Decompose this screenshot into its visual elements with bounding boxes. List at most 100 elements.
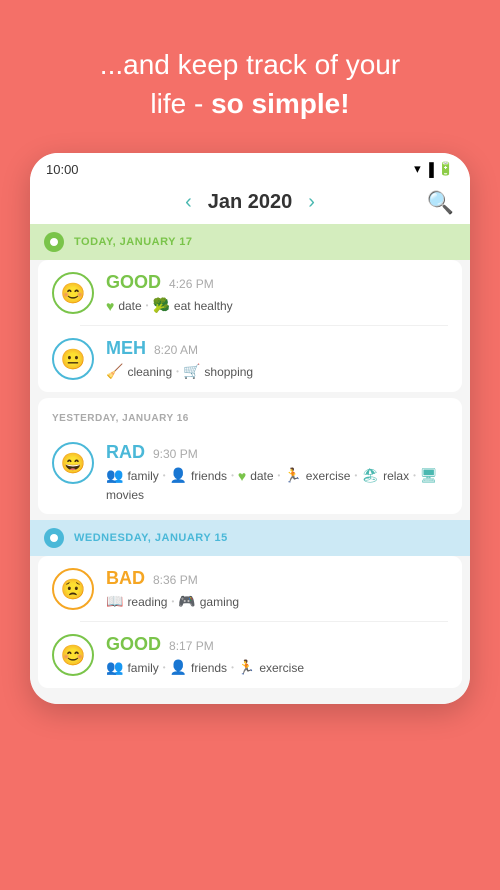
tag-label-relax: relax	[383, 469, 409, 483]
good-mood-label: GOOD	[106, 272, 161, 293]
wed-dot	[44, 528, 64, 548]
bad-content: BAD 8:36 PM 📖 reading • 🎮 gaming	[106, 568, 448, 610]
battery-icon: 🔋	[438, 161, 454, 177]
tag-label-friends: friends	[191, 469, 227, 483]
rad-content: RAD 9:30 PM 👥 family • 👤 friends • ♥	[106, 442, 448, 502]
search-button[interactable]: 🔍	[427, 190, 454, 216]
tag-label-movies: movies	[106, 488, 144, 502]
rad-title-row: RAD 9:30 PM	[106, 442, 448, 463]
tag-icon-exercise: 🏃	[284, 467, 301, 484]
meh-icon: 😐	[52, 338, 94, 380]
good2-content: GOOD 8:17 PM 👥 family • 👤 friends • 🏃	[106, 634, 448, 676]
day-section-yesterday: YESTERDAY, JANUARY 16 😄 RAD 9:30 PM 👥	[30, 398, 470, 514]
tag-icon-reading: 📖	[106, 593, 123, 610]
tag-label-family: family	[127, 469, 158, 483]
tag-icon-clean: 🧹	[106, 363, 123, 380]
yesterday-header-row: YESTERDAY, JANUARY 16	[38, 398, 462, 430]
entry-bad: 😟 BAD 8:36 PM 📖 reading • 🎮	[38, 556, 462, 622]
wednesday-entries-card: 😟 BAD 8:36 PM 📖 reading • 🎮	[38, 556, 462, 688]
bad-icon: 😟	[52, 568, 94, 610]
tag-label-exercise: exercise	[306, 469, 351, 483]
today-label: TODAY, JANUARY 17	[74, 236, 193, 248]
today-header: TODAY, JANUARY 17	[30, 224, 470, 260]
tag-icon-friends2: 👤	[170, 659, 187, 676]
tag-icon-friends: 👤	[170, 467, 187, 484]
tag-icon-cart: 🛒	[183, 363, 200, 380]
bad-mood-label: BAD	[106, 568, 145, 589]
prev-month-button[interactable]: ‹	[169, 191, 208, 214]
tag-label-reading: reading	[127, 595, 167, 609]
status-icons: ▾ ▐ 🔋	[414, 161, 454, 177]
rad-icon: 😄	[52, 442, 94, 484]
tag-icon-heart2: ♥	[238, 468, 246, 484]
wednesday-header: WEDNESDAY, JANUARY 15	[30, 520, 470, 556]
tag-icon-relax: 🏖	[361, 467, 379, 484]
good-content: GOOD 4:26 PM ♥ date • 🥦 eat healthy	[106, 272, 448, 314]
tag-label-family2: family	[127, 661, 158, 675]
current-month: Jan 2020	[208, 191, 293, 214]
app-background: ...and keep track of your life - so simp…	[0, 0, 500, 704]
good-tags: ♥ date • 🥦 eat healthy	[106, 297, 448, 314]
bad-time: 8:36 PM	[153, 573, 198, 587]
wednesday-label: WEDNESDAY, JANUARY 15	[74, 532, 228, 544]
promo-header: ...and keep track of your life - so simp…	[0, 0, 500, 153]
tag-label-gaming: gaming	[200, 595, 239, 609]
tag-icon-family: 👥	[106, 467, 123, 484]
month-nav: ‹ Jan 2020 › 🔍	[30, 181, 470, 224]
timeline: TODAY, JANUARY 17 😊 GOOD 4:26 PM ♥	[30, 224, 470, 704]
tag-sep-bad1: •	[171, 597, 174, 606]
tag-sep1: •	[163, 471, 166, 480]
day-section-wednesday: WEDNESDAY, JANUARY 15 😟 BAD 8:36 PM 📖	[30, 520, 470, 688]
tag-separator-2: •	[176, 367, 179, 376]
tag-sep-g2-1: •	[163, 663, 166, 672]
tag-icon-family2: 👥	[106, 659, 123, 676]
tag-label-friends2: friends	[191, 661, 227, 675]
phone-mockup: 10:00 ▾ ▐ 🔋 ‹ Jan 2020 › 🔍 TODAY, J	[30, 153, 470, 704]
header-line2: life - so simple!	[150, 88, 349, 119]
good2-time: 8:17 PM	[169, 639, 214, 653]
yesterday-entries-card: YESTERDAY, JANUARY 16 😄 RAD 9:30 PM 👥	[38, 398, 462, 514]
good2-tags: 👥 family • 👤 friends • 🏃 exercise	[106, 659, 448, 676]
bad-title-row: BAD 8:36 PM	[106, 568, 448, 589]
today-entries-card: 😊 GOOD 4:26 PM ♥ date • 🥦 ea	[38, 260, 462, 392]
today-dot	[44, 232, 64, 252]
header-line1: ...and keep track of your	[100, 49, 400, 80]
entry-meh: 😐 MEH 8:20 AM 🧹 cleaning • 🛒	[38, 326, 462, 392]
tag-icon-movies: 🖥	[420, 467, 438, 484]
day-section-today: TODAY, JANUARY 17 😊 GOOD 4:26 PM ♥	[30, 224, 470, 392]
entry-good2: 😊 GOOD 8:17 PM 👥 family • 👤	[38, 622, 462, 688]
good2-mood-label: GOOD	[106, 634, 161, 655]
good-icon: 😊	[52, 272, 94, 314]
good2-icon: 😊	[52, 634, 94, 676]
tag-sep5: •	[413, 471, 416, 480]
tag-label-eat-healthy: eat healthy	[174, 299, 233, 313]
tag-icon-exercise2: 🏃	[238, 659, 255, 676]
next-month-button[interactable]: ›	[292, 191, 331, 214]
tag-label-exercise2: exercise	[259, 661, 304, 675]
good-title-row: GOOD 4:26 PM	[106, 272, 448, 293]
good-time: 4:26 PM	[169, 277, 214, 291]
tag-sep4: •	[354, 471, 357, 480]
tag-label-shopping: shopping	[204, 365, 253, 379]
tag-sep-g2-2: •	[231, 663, 234, 672]
tag-icon-veg: 🥦	[152, 297, 169, 314]
status-time: 10:00	[46, 162, 79, 177]
good2-title-row: GOOD 8:17 PM	[106, 634, 448, 655]
rad-tags: 👥 family • 👤 friends • ♥ date • 🏃 exe	[106, 467, 448, 502]
meh-tags: 🧹 cleaning • 🛒 shopping	[106, 363, 448, 380]
tag-label-cleaning: cleaning	[127, 365, 172, 379]
tag-label-date: date	[118, 299, 141, 313]
rad-mood-label: RAD	[106, 442, 145, 463]
tag-label-date2: date	[250, 469, 273, 483]
tag-sep2: •	[231, 471, 234, 480]
entry-rad: 😄 RAD 9:30 PM 👥 family • 👤	[38, 430, 462, 514]
tag-separator-1: •	[146, 301, 149, 310]
tag-icon-heart: ♥	[106, 298, 114, 314]
meh-mood-label: MEH	[106, 338, 146, 359]
signal-icon: ▐	[425, 162, 434, 177]
yesterday-label: YESTERDAY, JANUARY 16	[52, 413, 189, 424]
tag-icon-gaming: 🎮	[178, 593, 195, 610]
tag-sep3: •	[278, 471, 281, 480]
status-bar: 10:00 ▾ ▐ 🔋	[30, 153, 470, 181]
meh-time: 8:20 AM	[154, 343, 198, 357]
